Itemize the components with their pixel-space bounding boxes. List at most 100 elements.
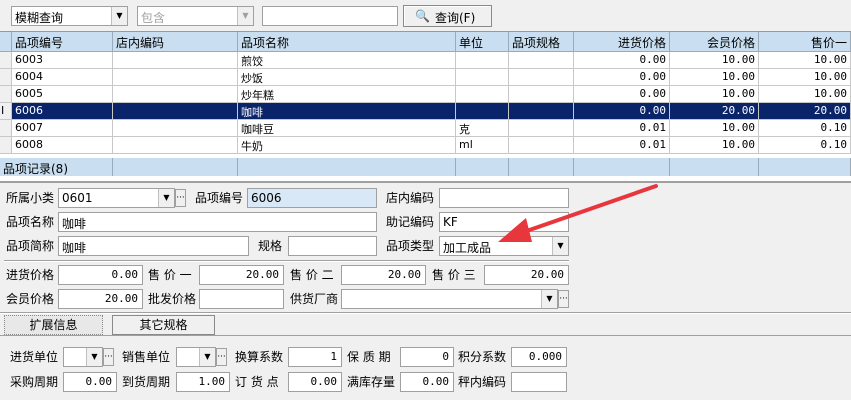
table-cell[interactable]: 6003 [12,52,113,69]
max-stock-field[interactable]: 0.00 [400,372,454,392]
table-cell[interactable] [456,52,509,69]
spec-field[interactable] [288,236,377,256]
search-input[interactable] [262,6,398,26]
purchase-unit-select[interactable]: ▼ [63,347,103,367]
table-cell[interactable] [113,52,238,69]
table-cell[interactable] [509,86,574,103]
table-cell[interactable] [509,103,574,120]
table-cell[interactable] [113,103,238,120]
shelf-life-field[interactable]: 0 [400,347,454,367]
table-cell[interactable] [113,137,238,154]
table-cell[interactable] [509,120,574,137]
column-header[interactable]: 进货价格 [574,32,670,52]
table-cell[interactable] [456,69,509,86]
table-cell[interactable]: 10.00 [759,52,851,69]
chevron-down-icon[interactable]: ▼ [111,7,127,25]
table-cell[interactable]: 牛奶 [238,137,456,154]
table-cell[interactable]: ml [456,137,509,154]
ellipsis-button[interactable]: ··· [175,189,186,207]
column-header[interactable]: 品项编号 [12,32,113,52]
column-header[interactable]: 店内编码 [113,32,238,52]
item-name-field[interactable]: 咖啡 [58,212,377,232]
column-header[interactable]: 品项规格 [509,32,574,52]
table-cell[interactable]: 克 [456,120,509,137]
conversion-field[interactable]: 1 [288,347,342,367]
item-code-field[interactable]: 6006 [247,188,377,208]
wholesale-field[interactable] [199,289,284,309]
table-cell[interactable]: 炒年糕 [238,86,456,103]
table-cell[interactable]: 20.00 [670,103,759,120]
table-cell[interactable] [509,69,574,86]
chevron-down-icon[interactable]: ▼ [86,348,102,366]
column-header[interactable]: 单位 [456,32,509,52]
row-indicator[interactable]: I [0,103,12,120]
reorder-field[interactable]: 0.00 [288,372,342,392]
table-cell[interactable]: 0.00 [574,86,670,103]
supplier-select[interactable]: ▼ [341,289,558,309]
chevron-down-icon[interactable]: ▼ [541,290,557,308]
chevron-down-icon[interactable]: ▼ [158,189,174,207]
ellipsis-button[interactable]: ··· [103,348,114,366]
tab-ext-info[interactable]: 扩展信息 [4,315,103,335]
table-cell[interactable] [113,120,238,137]
table-cell[interactable]: 10.00 [670,52,759,69]
table-cell[interactable]: 10.00 [759,69,851,86]
match-type-select[interactable]: 包含 ▼ [137,6,254,26]
row-indicator[interactable] [0,52,12,69]
short-name-field[interactable]: 咖啡 [58,236,249,256]
tab-other-spec[interactable]: 其它规格 [112,315,215,335]
table-cell[interactable]: 10.00 [759,86,851,103]
table-cell[interactable]: 咖啡 [238,103,456,120]
ellipsis-button[interactable]: ··· [558,290,569,308]
member-price-field[interactable]: 20.00 [58,289,143,309]
table-cell[interactable]: 0.10 [759,120,851,137]
table-cell[interactable] [509,52,574,69]
price2-field[interactable]: 20.00 [341,265,426,285]
column-header[interactable]: 会员价格 [670,32,759,52]
row-indicator[interactable] [0,120,12,137]
table-cell[interactable]: 煎饺 [238,52,456,69]
chevron-down-icon[interactable]: ▼ [237,7,253,25]
points-field[interactable]: 0.000 [511,347,567,367]
table-cell[interactable] [509,137,574,154]
search-mode-select[interactable]: 模糊查询 ▼ [11,6,128,26]
table-cell[interactable]: 炒饭 [238,69,456,86]
items-grid[interactable]: 品项编号 店内编码 品项名称 单位 品项规格 进货价格 会员价格 售价一 6003 煎饺 0.00 1… [0,31,851,181]
sales-unit-select[interactable]: ▼ [176,347,216,367]
table-cell[interactable]: 0.00 [574,69,670,86]
table-cell[interactable]: 10.00 [670,86,759,103]
table-cell[interactable] [113,69,238,86]
table-cell[interactable]: 0.01 [574,137,670,154]
table-cell[interactable]: 20.00 [759,103,851,120]
arrival-cycle-field[interactable]: 1.00 [176,372,230,392]
table-cell[interactable]: 6007 [12,120,113,137]
table-cell[interactable]: 0.01 [574,120,670,137]
table-cell[interactable]: 6006 [12,103,113,120]
table-cell[interactable]: 0.10 [759,137,851,154]
table-cell[interactable]: 6008 [12,137,113,154]
price1-field[interactable]: 20.00 [199,265,284,285]
row-indicator[interactable] [0,69,12,86]
table-cell[interactable] [113,86,238,103]
purchase-price-field[interactable]: 0.00 [58,265,143,285]
chevron-down-icon[interactable]: ▼ [199,348,215,366]
row-indicator[interactable] [0,86,12,103]
table-cell[interactable]: 10.00 [670,120,759,137]
category-code-field[interactable] [511,372,567,392]
table-cell[interactable]: 10.00 [670,137,759,154]
row-indicator[interactable] [0,137,12,154]
table-cell[interactable]: 咖啡豆 [238,120,456,137]
table-cell[interactable]: 10.00 [670,69,759,86]
price3-field[interactable]: 20.00 [484,265,569,285]
ellipsis-button[interactable]: ··· [216,348,227,366]
table-cell[interactable]: 6004 [12,69,113,86]
category-select[interactable]: 0601 ▼ [58,188,175,208]
table-cell[interactable]: 0.00 [574,52,670,69]
table-cell[interactable]: 0.00 [574,103,670,120]
table-cell[interactable] [456,86,509,103]
search-button[interactable]: 🔍 查询(F) [403,5,492,27]
column-header[interactable]: 品项名称 [238,32,456,52]
table-cell[interactable]: 6005 [12,86,113,103]
column-header[interactable]: 售价一 [759,32,851,52]
table-cell[interactable] [456,103,509,120]
